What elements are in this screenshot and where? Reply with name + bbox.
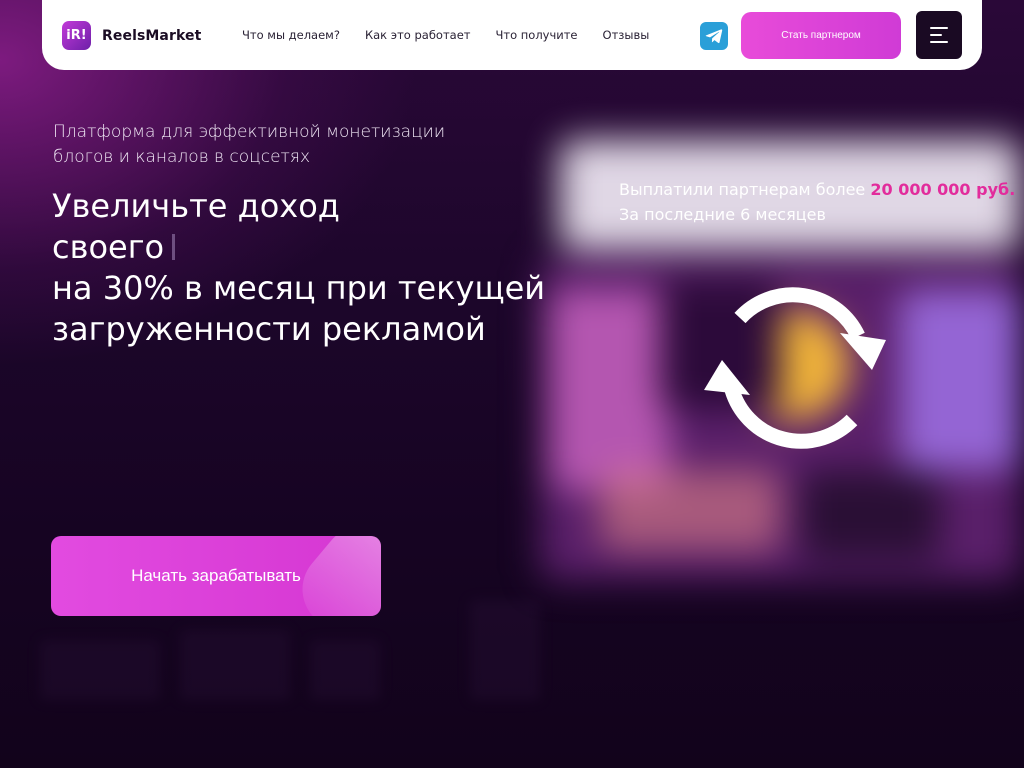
logo-text: ReelsMarket — [102, 27, 202, 44]
nav-link-reviews[interactable]: Отзывы — [603, 28, 650, 42]
hero-subtitle-line: блогов и каналов в соцсетях — [53, 147, 311, 167]
payout-period: За последние 6 месяцев — [619, 205, 826, 224]
hero-subtitle-line: Платформа для эффективной монетизации — [53, 122, 446, 142]
logo-mark-icon: iR! — [62, 21, 91, 50]
hero-title-typed-word: своего — [52, 228, 165, 266]
payout-prefix: Выплатили партнерам более — [619, 180, 871, 199]
hero-title-line: загруженности рекламой — [52, 310, 486, 348]
nav-link-what-we-do[interactable]: Что мы делаем? — [242, 28, 340, 42]
main-nav: Что мы делаем? Как это работает Что полу… — [242, 0, 674, 70]
site-header: iR! ReelsMarket Что мы делаем? Как это р… — [42, 0, 982, 70]
hero-title: Увеличьте доход своего на 30% в месяц пр… — [52, 186, 562, 350]
hero-title-line-typed: своего — [52, 227, 562, 268]
payout-stat: Выплатили партнерам более 20 000 000 руб… — [619, 177, 1015, 227]
hero-subtitle: Платформа для эффективной монетизации бл… — [53, 120, 523, 170]
hero-title-line: Увеличьте доход — [52, 187, 340, 225]
hero-title-line: на 30% в месяц при текущей — [52, 269, 546, 307]
sync-icon — [700, 278, 890, 457]
nav-link-what-you-get[interactable]: Что получите — [495, 28, 577, 42]
telegram-icon[interactable] — [700, 22, 728, 50]
hamburger-menu-icon[interactable] — [916, 11, 962, 59]
start-earning-label: Начать зарабатывать — [131, 566, 301, 585]
typing-cursor — [172, 234, 176, 260]
become-partner-button[interactable]: Стать партнером — [741, 12, 901, 59]
nav-link-how-it-works[interactable]: Как это работает — [365, 28, 471, 42]
payout-amount: 20 000 000 руб. — [870, 180, 1016, 199]
logo[interactable]: iR! ReelsMarket — [62, 21, 201, 50]
start-earning-button[interactable]: Начать зарабатывать — [51, 536, 381, 616]
background-watermark — [40, 600, 560, 710]
